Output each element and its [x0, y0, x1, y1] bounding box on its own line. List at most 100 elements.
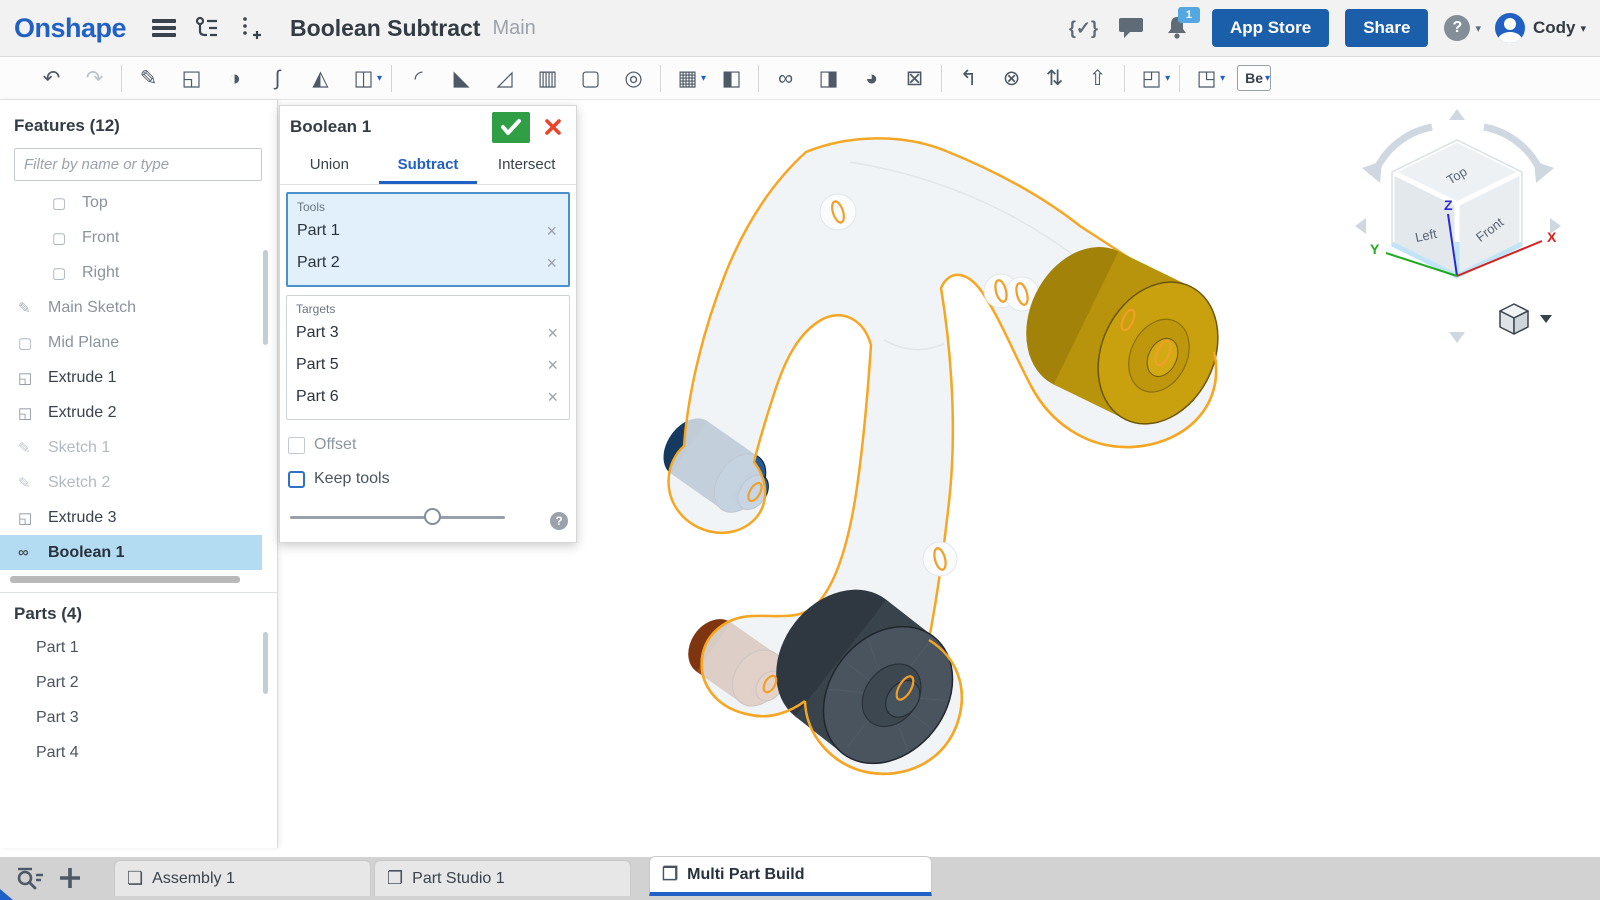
- feature-icon: ◱: [18, 369, 40, 387]
- chamfer-icon[interactable]: ◣: [440, 57, 483, 100]
- onshape-logo[interactable]: Onshape: [14, 13, 126, 44]
- user-name[interactable]: Cody: [1533, 18, 1576, 38]
- remove-item-button[interactable]: ×: [545, 387, 560, 408]
- part-gray-cylinder[interactable]: [749, 564, 979, 789]
- part-item-part-4[interactable]: Part 4: [0, 735, 277, 770]
- custom-feature-dropdown-caret[interactable]: ▾: [1265, 73, 1270, 84]
- parts-list: Part 1Part 2Part 3Part 4: [0, 630, 277, 770]
- extrude-icon[interactable]: ◱: [170, 57, 213, 100]
- part-item-part-1[interactable]: Part 1: [0, 630, 277, 665]
- search-tabs-icon[interactable]: [16, 866, 46, 897]
- draft-icon[interactable]: ◿: [483, 57, 526, 100]
- pattern-dropdown-caret[interactable]: ▾: [701, 73, 706, 84]
- featurescript-icon[interactable]: {✓}: [1069, 18, 1098, 39]
- offset-surface-icon[interactable]: ⇧: [1076, 57, 1119, 100]
- user-avatar[interactable]: [1495, 13, 1525, 43]
- feature-item-extrude-3[interactable]: ◱Extrude 3: [0, 500, 277, 535]
- slider-track[interactable]: [290, 516, 505, 519]
- feature-item-right[interactable]: ▢Right: [0, 255, 277, 290]
- help-icon[interactable]: ?: [1444, 15, 1470, 41]
- feature-item-extrude-2[interactable]: ◱Extrude 2: [0, 395, 277, 430]
- shell-icon[interactable]: ▢: [569, 57, 612, 100]
- workspace-name[interactable]: Main: [492, 17, 535, 40]
- rib-icon[interactable]: ▥: [526, 57, 569, 100]
- view-mode-dropdown-caret[interactable]: [1540, 315, 1552, 323]
- item-label: Part 1: [297, 222, 340, 240]
- part-item-part-2[interactable]: Part 2: [0, 665, 277, 700]
- surface-tools-dropdown-caret[interactable]: ▾: [1220, 73, 1225, 84]
- add-tab-icon[interactable]: [58, 866, 82, 895]
- hole-icon[interactable]: ◎: [612, 57, 655, 100]
- version-tree-icon[interactable]: [194, 15, 220, 41]
- feature-item-main-sketch[interactable]: ✎Main Sketch: [0, 290, 277, 325]
- comments-icon[interactable]: [1118, 16, 1144, 40]
- modify-fillet-icon[interactable]: ◕: [850, 57, 893, 100]
- feature-item-mid-plane[interactable]: ▢Mid Plane: [0, 325, 277, 360]
- undo-icon[interactable]: ↶: [30, 57, 73, 100]
- move-face-icon[interactable]: ↰: [947, 57, 990, 100]
- remove-item-button[interactable]: ×: [545, 323, 560, 344]
- feature-toolbar: ↶↷✎◱◑∫◭◫▾◜◣◿▥▢◎▦▾◧∞◨◕⊠↰⊗⇅⇧◰▾◳▾Be▾: [0, 57, 1600, 100]
- offset-checkbox[interactable]: [288, 437, 305, 454]
- remove-item-button[interactable]: ×: [544, 221, 559, 242]
- share-button[interactable]: Share: [1345, 9, 1428, 47]
- enclose-dropdown-caret[interactable]: ▾: [1165, 73, 1170, 84]
- remove-item-button[interactable]: ×: [544, 253, 559, 274]
- split-icon[interactable]: ◨: [807, 57, 850, 100]
- cancel-button[interactable]: [544, 118, 562, 136]
- user-dropdown-caret[interactable]: ▾: [1580, 22, 1586, 35]
- parts-scrollbar[interactable]: [263, 632, 268, 694]
- remove-item-button[interactable]: ×: [545, 355, 560, 376]
- dialog-tab-subtract[interactable]: Subtract: [379, 148, 478, 184]
- dialog-tab-union[interactable]: Union: [280, 148, 379, 184]
- tools-selection-box[interactable]: Tools Part 1×Part 2×: [286, 192, 570, 287]
- replace-face-icon[interactable]: ⇅: [1033, 57, 1076, 100]
- sketch-icon[interactable]: ✎: [127, 57, 170, 100]
- horizontal-scrollbar[interactable]: [10, 576, 240, 583]
- revolve-icon[interactable]: ◑: [213, 57, 256, 100]
- loft-icon[interactable]: ◭: [299, 57, 342, 100]
- part-item-part-3[interactable]: Part 3: [0, 700, 277, 735]
- feature-item-top[interactable]: ▢Top: [0, 185, 277, 220]
- dialog-tab-intersect[interactable]: Intersect: [477, 148, 576, 184]
- feature-item-boolean-1[interactable]: ∞Boolean 1: [0, 535, 262, 570]
- keep-tools-label: Keep tools: [314, 470, 390, 488]
- help-dropdown-caret[interactable]: ▾: [1475, 22, 1481, 35]
- document-tab-multi-part-build[interactable]: ❐Multi Part Build: [649, 856, 932, 896]
- fillet-icon[interactable]: ◜: [397, 57, 440, 100]
- delete-part-icon[interactable]: ⊠: [893, 57, 936, 100]
- target-item-part-5[interactable]: Part 5×: [296, 349, 560, 381]
- mirror-icon[interactable]: ◧: [710, 57, 753, 100]
- delete-face-icon[interactable]: ⊗: [990, 57, 1033, 100]
- confirm-button[interactable]: [492, 112, 530, 143]
- toolbar-divider: [941, 65, 942, 92]
- thicken-dropdown-caret[interactable]: ▾: [377, 73, 382, 84]
- slider-handle[interactable]: [424, 508, 441, 525]
- feature-label: Top: [82, 194, 108, 212]
- tool-item-part-1[interactable]: Part 1 ×: [297, 215, 559, 247]
- document-tab-assembly-1[interactable]: ❏Assembly 1: [114, 860, 371, 896]
- sweep-icon[interactable]: ∫: [256, 57, 299, 100]
- keep-tools-checkbox[interactable]: [288, 471, 305, 488]
- insert-version-icon[interactable]: [238, 15, 262, 41]
- target-item-part-6[interactable]: Part 6×: [296, 381, 560, 413]
- feature-item-sketch-2[interactable]: ✎Sketch 2: [0, 465, 277, 500]
- feature-filter-input[interactable]: [14, 148, 262, 181]
- targets-selection-box[interactable]: Targets Part 3×Part 5×Part 6×: [286, 295, 570, 420]
- view-cube[interactable]: Top Left Front Z X Y: [1352, 106, 1564, 348]
- boolean-icon[interactable]: ∞: [764, 57, 807, 100]
- redo-icon[interactable]: ↷: [73, 57, 116, 100]
- dialog-help-icon[interactable]: ?: [550, 512, 568, 530]
- features-scrollbar[interactable]: [263, 250, 268, 345]
- view-mode-cube-icon[interactable]: [1500, 304, 1528, 334]
- app-store-button[interactable]: App Store: [1212, 9, 1329, 47]
- feature-item-front[interactable]: ▢Front: [0, 220, 277, 255]
- feature-item-sketch-1[interactable]: ✎Sketch 1: [0, 430, 277, 465]
- tool-item-part-2[interactable]: Part 2×: [297, 247, 559, 279]
- feature-item-extrude-1[interactable]: ◱Extrude 1: [0, 360, 277, 395]
- x-axis-label: X: [1547, 229, 1557, 245]
- target-item-part-3[interactable]: Part 3×: [296, 317, 560, 349]
- document-tab-part-studio-1[interactable]: ❐Part Studio 1: [374, 860, 631, 896]
- main-menu-icon[interactable]: [152, 16, 176, 41]
- notifications-bell-icon[interactable]: 1: [1164, 15, 1190, 41]
